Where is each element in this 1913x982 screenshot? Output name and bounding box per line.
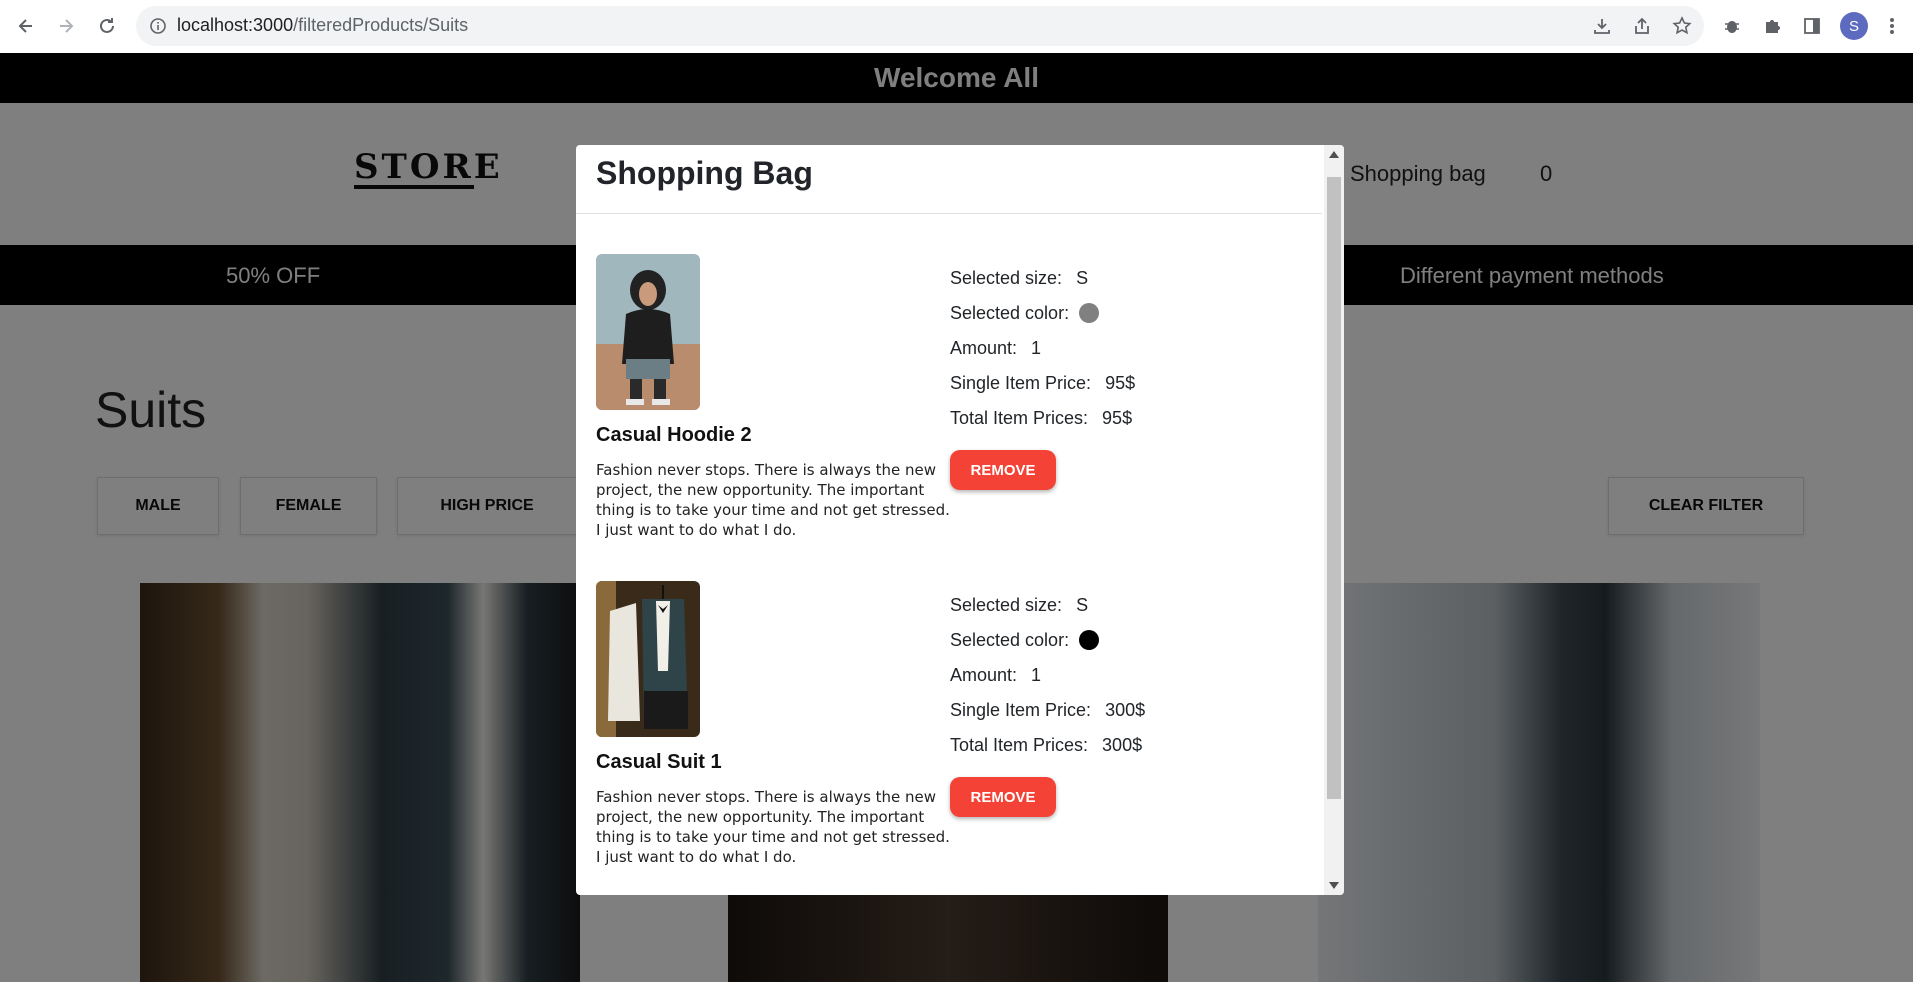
- product-description: Fashion never stops. There is always the…: [596, 461, 950, 539]
- product-description: Fashion never stops. There is always the…: [596, 788, 950, 866]
- scroll-down-arrow-icon[interactable]: [1329, 882, 1339, 889]
- total-price-label: Total Item Prices:: [950, 408, 1089, 428]
- item-amount: Amount: 1: [950, 665, 1041, 686]
- remove-button[interactable]: REMOVE: [950, 450, 1056, 490]
- single-price-label: Single Item Price:: [950, 373, 1092, 393]
- single-item-price: Single Item Price: 95$: [950, 373, 1135, 394]
- single-price-label: Single Item Price:: [950, 700, 1092, 720]
- total-price-value: 95$: [1102, 408, 1133, 428]
- modal-scrollbar[interactable]: [1324, 145, 1344, 895]
- url-text: localhost:3000/filteredProducts/Suits: [177, 15, 469, 35]
- bag-item: Casual Suit 1 Fashion never stops. There…: [596, 581, 1316, 881]
- size-label: Selected size:: [950, 268, 1063, 288]
- total-price-value: 300$: [1102, 735, 1143, 755]
- remove-button[interactable]: REMOVE: [950, 777, 1056, 817]
- back-icon[interactable]: [10, 10, 42, 42]
- size-label: Selected size:: [950, 595, 1063, 615]
- product-image: [596, 581, 700, 737]
- selected-size: Selected size: S: [950, 595, 1088, 616]
- total-item-price: Total Item Prices: 300$: [950, 735, 1142, 756]
- extensions-puzzle-icon[interactable]: [1758, 12, 1786, 40]
- product-name: Casual Suit 1: [596, 751, 722, 773]
- color-swatch: [1079, 302, 1100, 323]
- size-value: S: [1076, 268, 1089, 288]
- download-icon[interactable]: [1588, 12, 1616, 40]
- kebab-menu-icon[interactable]: [1878, 12, 1906, 40]
- modal-header: Shopping Bag: [576, 145, 1322, 214]
- color-swatch: [1079, 629, 1100, 650]
- size-value: S: [1076, 595, 1089, 615]
- share-icon[interactable]: [1628, 12, 1656, 40]
- product-image: [596, 254, 700, 410]
- profile-avatar[interactable]: S: [1840, 12, 1868, 40]
- color-label: Selected color:: [950, 630, 1070, 650]
- shopping-bag-modal: Shopping Bag Casual Hoodie 2 Fashion nev…: [576, 145, 1344, 895]
- product-name: Casual Hoodie 2: [596, 424, 752, 446]
- bookmark-star-icon[interactable]: [1668, 12, 1696, 40]
- amount-label: Amount:: [950, 665, 1018, 685]
- selected-color: Selected color:: [950, 302, 1100, 324]
- single-price-value: 300$: [1105, 700, 1146, 720]
- amount-value: 1: [1031, 665, 1042, 685]
- scroll-up-arrow-icon[interactable]: [1329, 151, 1339, 158]
- single-price-value: 95$: [1105, 373, 1136, 393]
- reload-icon[interactable]: [91, 10, 123, 42]
- selected-size: Selected size: S: [950, 268, 1088, 289]
- forward-icon[interactable]: [50, 10, 82, 42]
- color-label: Selected color:: [950, 303, 1070, 323]
- item-amount: Amount: 1: [950, 338, 1041, 359]
- bug-extension-icon[interactable]: [1718, 12, 1746, 40]
- amount-label: Amount:: [950, 338, 1018, 358]
- bag-item: Casual Hoodie 2 Fashion never stops. The…: [596, 254, 1316, 554]
- scroll-thumb[interactable]: [1327, 177, 1341, 799]
- single-item-price: Single Item Price: 300$: [950, 700, 1145, 721]
- modal-title: Shopping Bag: [596, 155, 813, 191]
- site-info-icon[interactable]: [149, 17, 167, 40]
- browser-toolbar: localhost:3000/filteredProducts/Suits S: [0, 0, 1913, 54]
- amount-value: 1: [1031, 338, 1042, 358]
- total-price-label: Total Item Prices:: [950, 735, 1089, 755]
- side-panel-icon[interactable]: [1798, 12, 1826, 40]
- selected-color: Selected color:: [950, 629, 1100, 651]
- total-item-price: Total Item Prices: 95$: [950, 408, 1132, 429]
